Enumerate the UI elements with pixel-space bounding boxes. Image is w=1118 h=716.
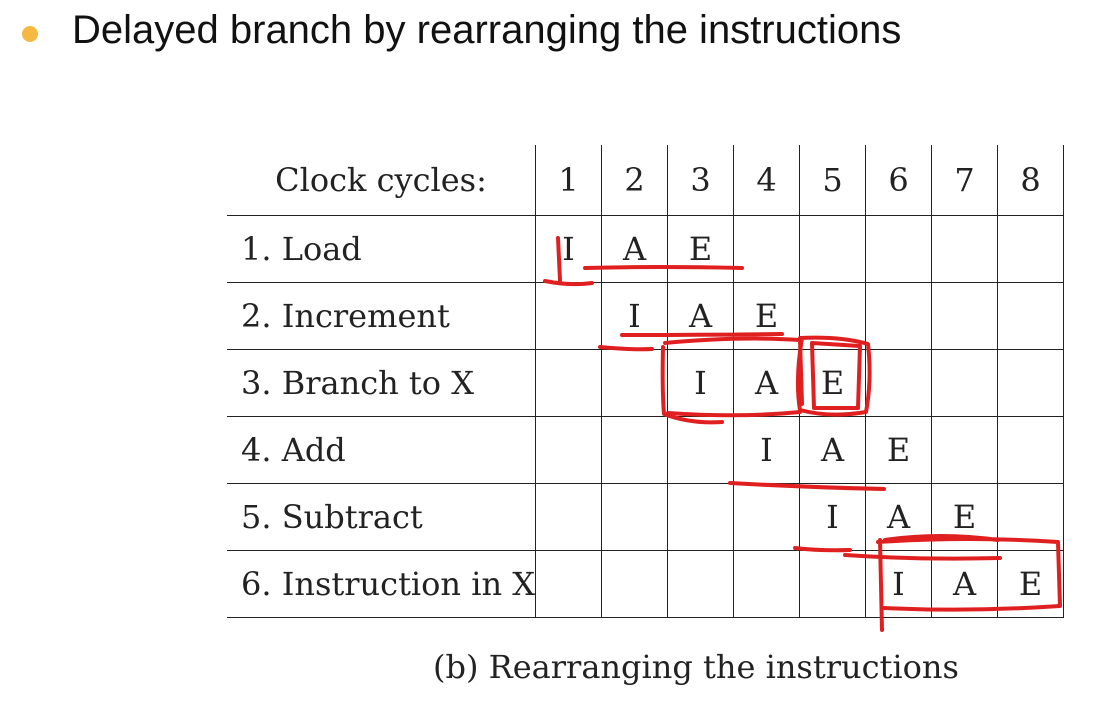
stage-cell (667, 416, 734, 484)
cycle-number-5: 5 (799, 145, 866, 216)
stage-cell (799, 215, 866, 283)
stage-cell (535, 483, 602, 551)
stage-cell (865, 215, 932, 283)
stage-cell (997, 416, 1064, 484)
cycle-number-4: 4 (733, 145, 800, 216)
table-header-row: Clock cycles: 1 2 3 4 5 6 7 8 (227, 145, 1064, 216)
instruction-label: 2. Increment (227, 282, 536, 350)
figure-caption: (b) Rearranging the instructions (433, 648, 959, 686)
stage-cell: I (535, 215, 602, 283)
instruction-label: 5. Subtract (227, 483, 536, 551)
bullet-dot (22, 26, 38, 42)
stage-cell (733, 550, 800, 618)
stage-cell (535, 416, 602, 484)
instruction-label: 6. Instruction in X (227, 550, 536, 618)
instruction-label: 4. Add (227, 416, 536, 484)
stage-cell (535, 550, 602, 618)
stage-cell: I (733, 416, 800, 484)
stage-cell (997, 349, 1064, 417)
stage-cell (799, 550, 866, 618)
stage-cell: A (667, 282, 734, 350)
cycle-number-6: 6 (865, 145, 932, 216)
stage-cell: A (601, 215, 668, 283)
stage-cell (997, 215, 1064, 283)
stage-cell: I (865, 550, 932, 618)
stage-cell (535, 282, 602, 350)
cycle-number-7: 7 (931, 145, 998, 216)
stage-cell (799, 282, 866, 350)
stage-cell (931, 416, 998, 484)
stage-cell (931, 215, 998, 283)
stage-cell: E (931, 483, 998, 551)
stage-cell (733, 483, 800, 551)
stage-cell: E (733, 282, 800, 350)
stage-cell (601, 416, 668, 484)
stage-cell: A (865, 483, 932, 551)
table-row: 4. Add I A E (227, 416, 1064, 484)
stage-cell: A (931, 550, 998, 618)
cycle-number-3: 3 (667, 145, 734, 216)
stage-cell (601, 349, 668, 417)
stage-cell: E (997, 550, 1064, 618)
table-row: 3. Branch to X IAE (227, 349, 1064, 417)
stage-cell: E (667, 215, 734, 283)
stage-cell (601, 550, 668, 618)
stage-cell: I (601, 282, 668, 350)
instruction-label: 1. Load (227, 215, 536, 283)
stage-cell: I (799, 483, 866, 551)
cycle-number-2: 2 (601, 145, 668, 216)
table-row: 6. Instruction in X IAE (227, 550, 1064, 618)
stage-cell (997, 282, 1064, 350)
table-row: 2. Increment I A E (227, 282, 1064, 350)
instruction-label: 3. Branch to X (227, 349, 536, 417)
stage-cell (865, 282, 932, 350)
header-label: Clock cycles: (227, 145, 536, 216)
stage-cell (601, 483, 668, 551)
stage-cell (733, 215, 800, 283)
stage-cell (667, 550, 734, 618)
stage-cell: A (799, 416, 866, 484)
stage-cell (931, 282, 998, 350)
stage-cell (997, 483, 1064, 551)
cycle-number-1: 1 (535, 145, 602, 216)
stage-cell: E (799, 349, 866, 417)
stage-cell (667, 483, 734, 551)
stage-cell: E (865, 416, 932, 484)
stage-cell (535, 349, 602, 417)
table-row: 5. Subtract I A E (227, 483, 1064, 551)
table-row: 1. Load I A E (227, 215, 1064, 283)
cycle-number-8: 8 (997, 145, 1064, 216)
stage-cell: A (733, 349, 800, 417)
pipeline-table: Clock cycles: 1 2 3 4 5 6 7 8 1. Load I A E 2. Increm… (227, 145, 1064, 618)
stage-cell (865, 349, 932, 417)
stage-cell (931, 349, 998, 417)
slide-title: Delayed branch by rearranging the instru… (72, 8, 902, 52)
stage-cell: I (667, 349, 734, 417)
